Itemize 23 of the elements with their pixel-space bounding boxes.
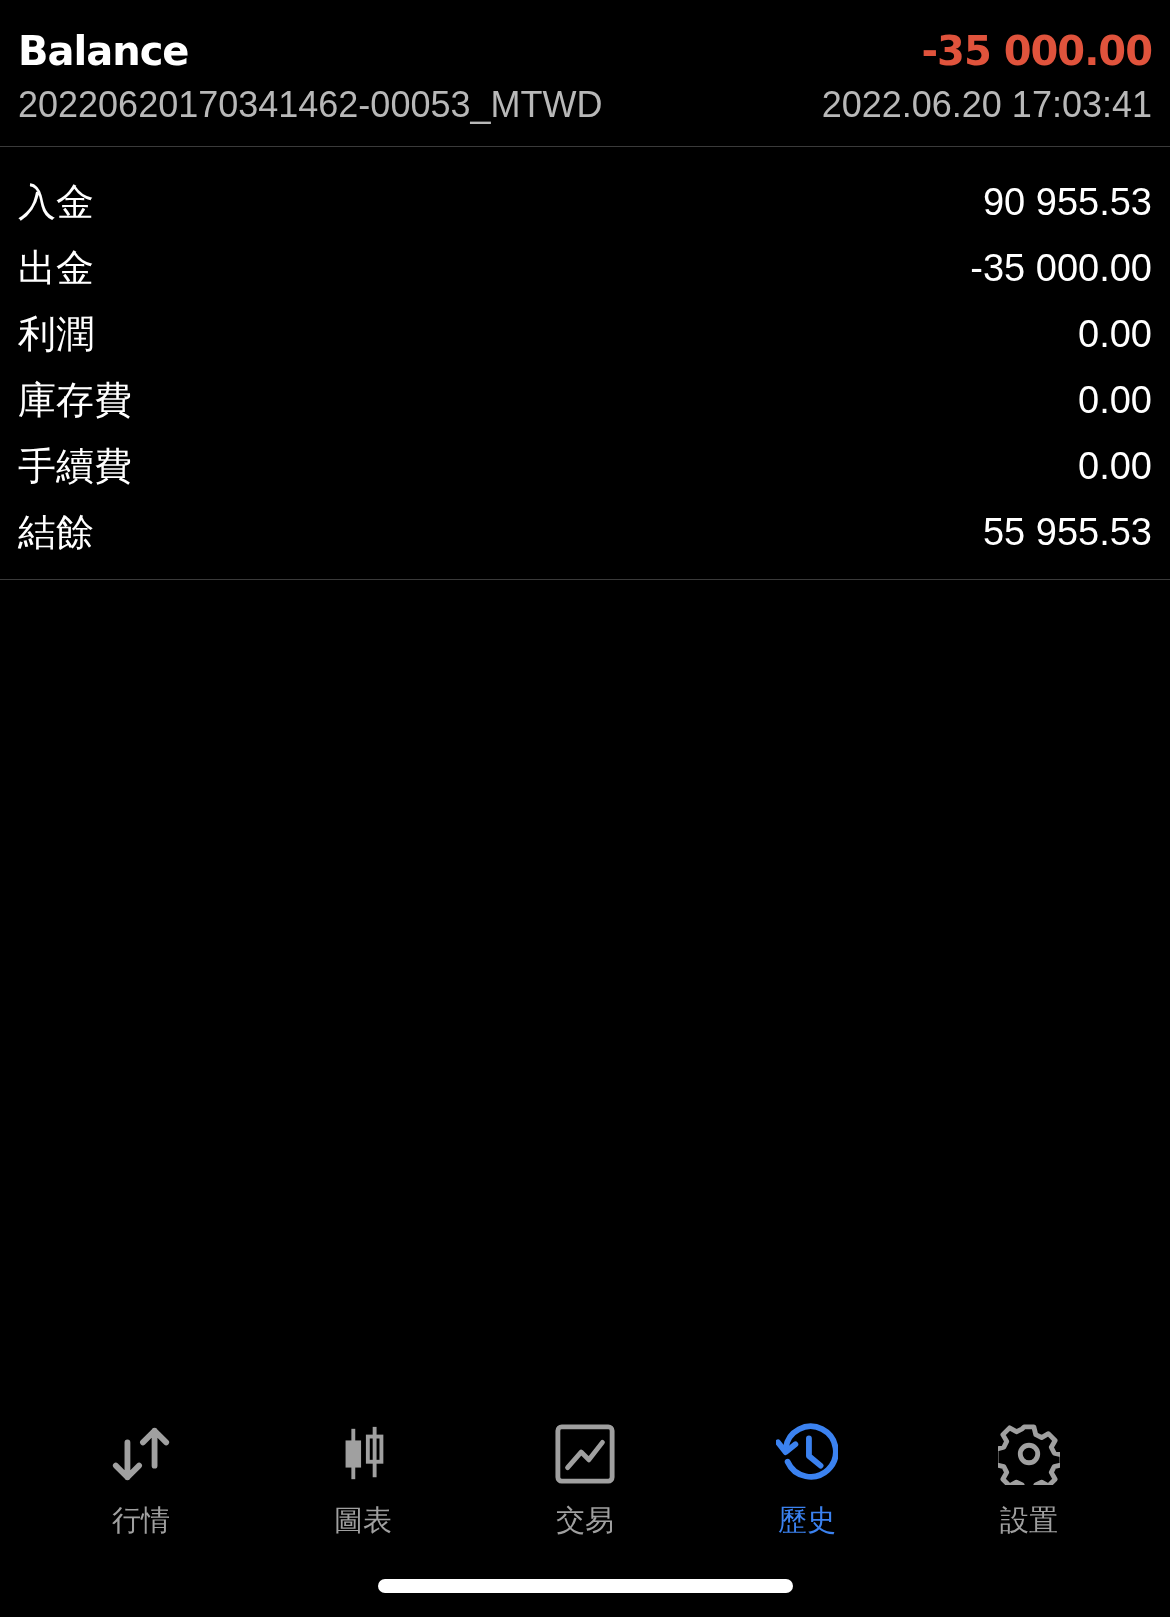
summary-label: 入金 (18, 179, 94, 225)
line-chart-icon (554, 1423, 616, 1485)
deal-amount: -35 000.00 (921, 28, 1152, 74)
summary-label: 庫存費 (18, 377, 132, 423)
deal-id: 20220620170341462-00053_MTWD (18, 84, 603, 126)
summary-value: 0.00 (1078, 312, 1152, 356)
summary-value: -35 000.00 (970, 246, 1152, 290)
settings-icon (998, 1423, 1060, 1485)
tab-bar-item[interactable]: 設置 (959, 1423, 1099, 1541)
summary-label: 出金 (18, 245, 94, 291)
summary-label: 利潤 (18, 311, 94, 357)
deal-time: 2022.06.20 17:03:41 (821, 84, 1152, 126)
summary-value: 90 955.53 (982, 180, 1152, 224)
deal-type-title: Balance (18, 28, 189, 74)
tab-bar-item[interactable]: 行情 (71, 1423, 211, 1541)
tab-bar-item[interactable]: 圖表 (293, 1423, 433, 1541)
tab-bar-item[interactable]: 歷史 (737, 1423, 877, 1541)
summary-value: 0.00 (1078, 444, 1152, 488)
summary-label: 結餘 (18, 509, 94, 555)
summary-value: 0.00 (1078, 378, 1152, 422)
summary-label: 手續費 (18, 443, 132, 489)
summary-value: 55 955.53 (982, 510, 1152, 554)
tab-bar-item[interactable]: 交易 (515, 1423, 655, 1541)
